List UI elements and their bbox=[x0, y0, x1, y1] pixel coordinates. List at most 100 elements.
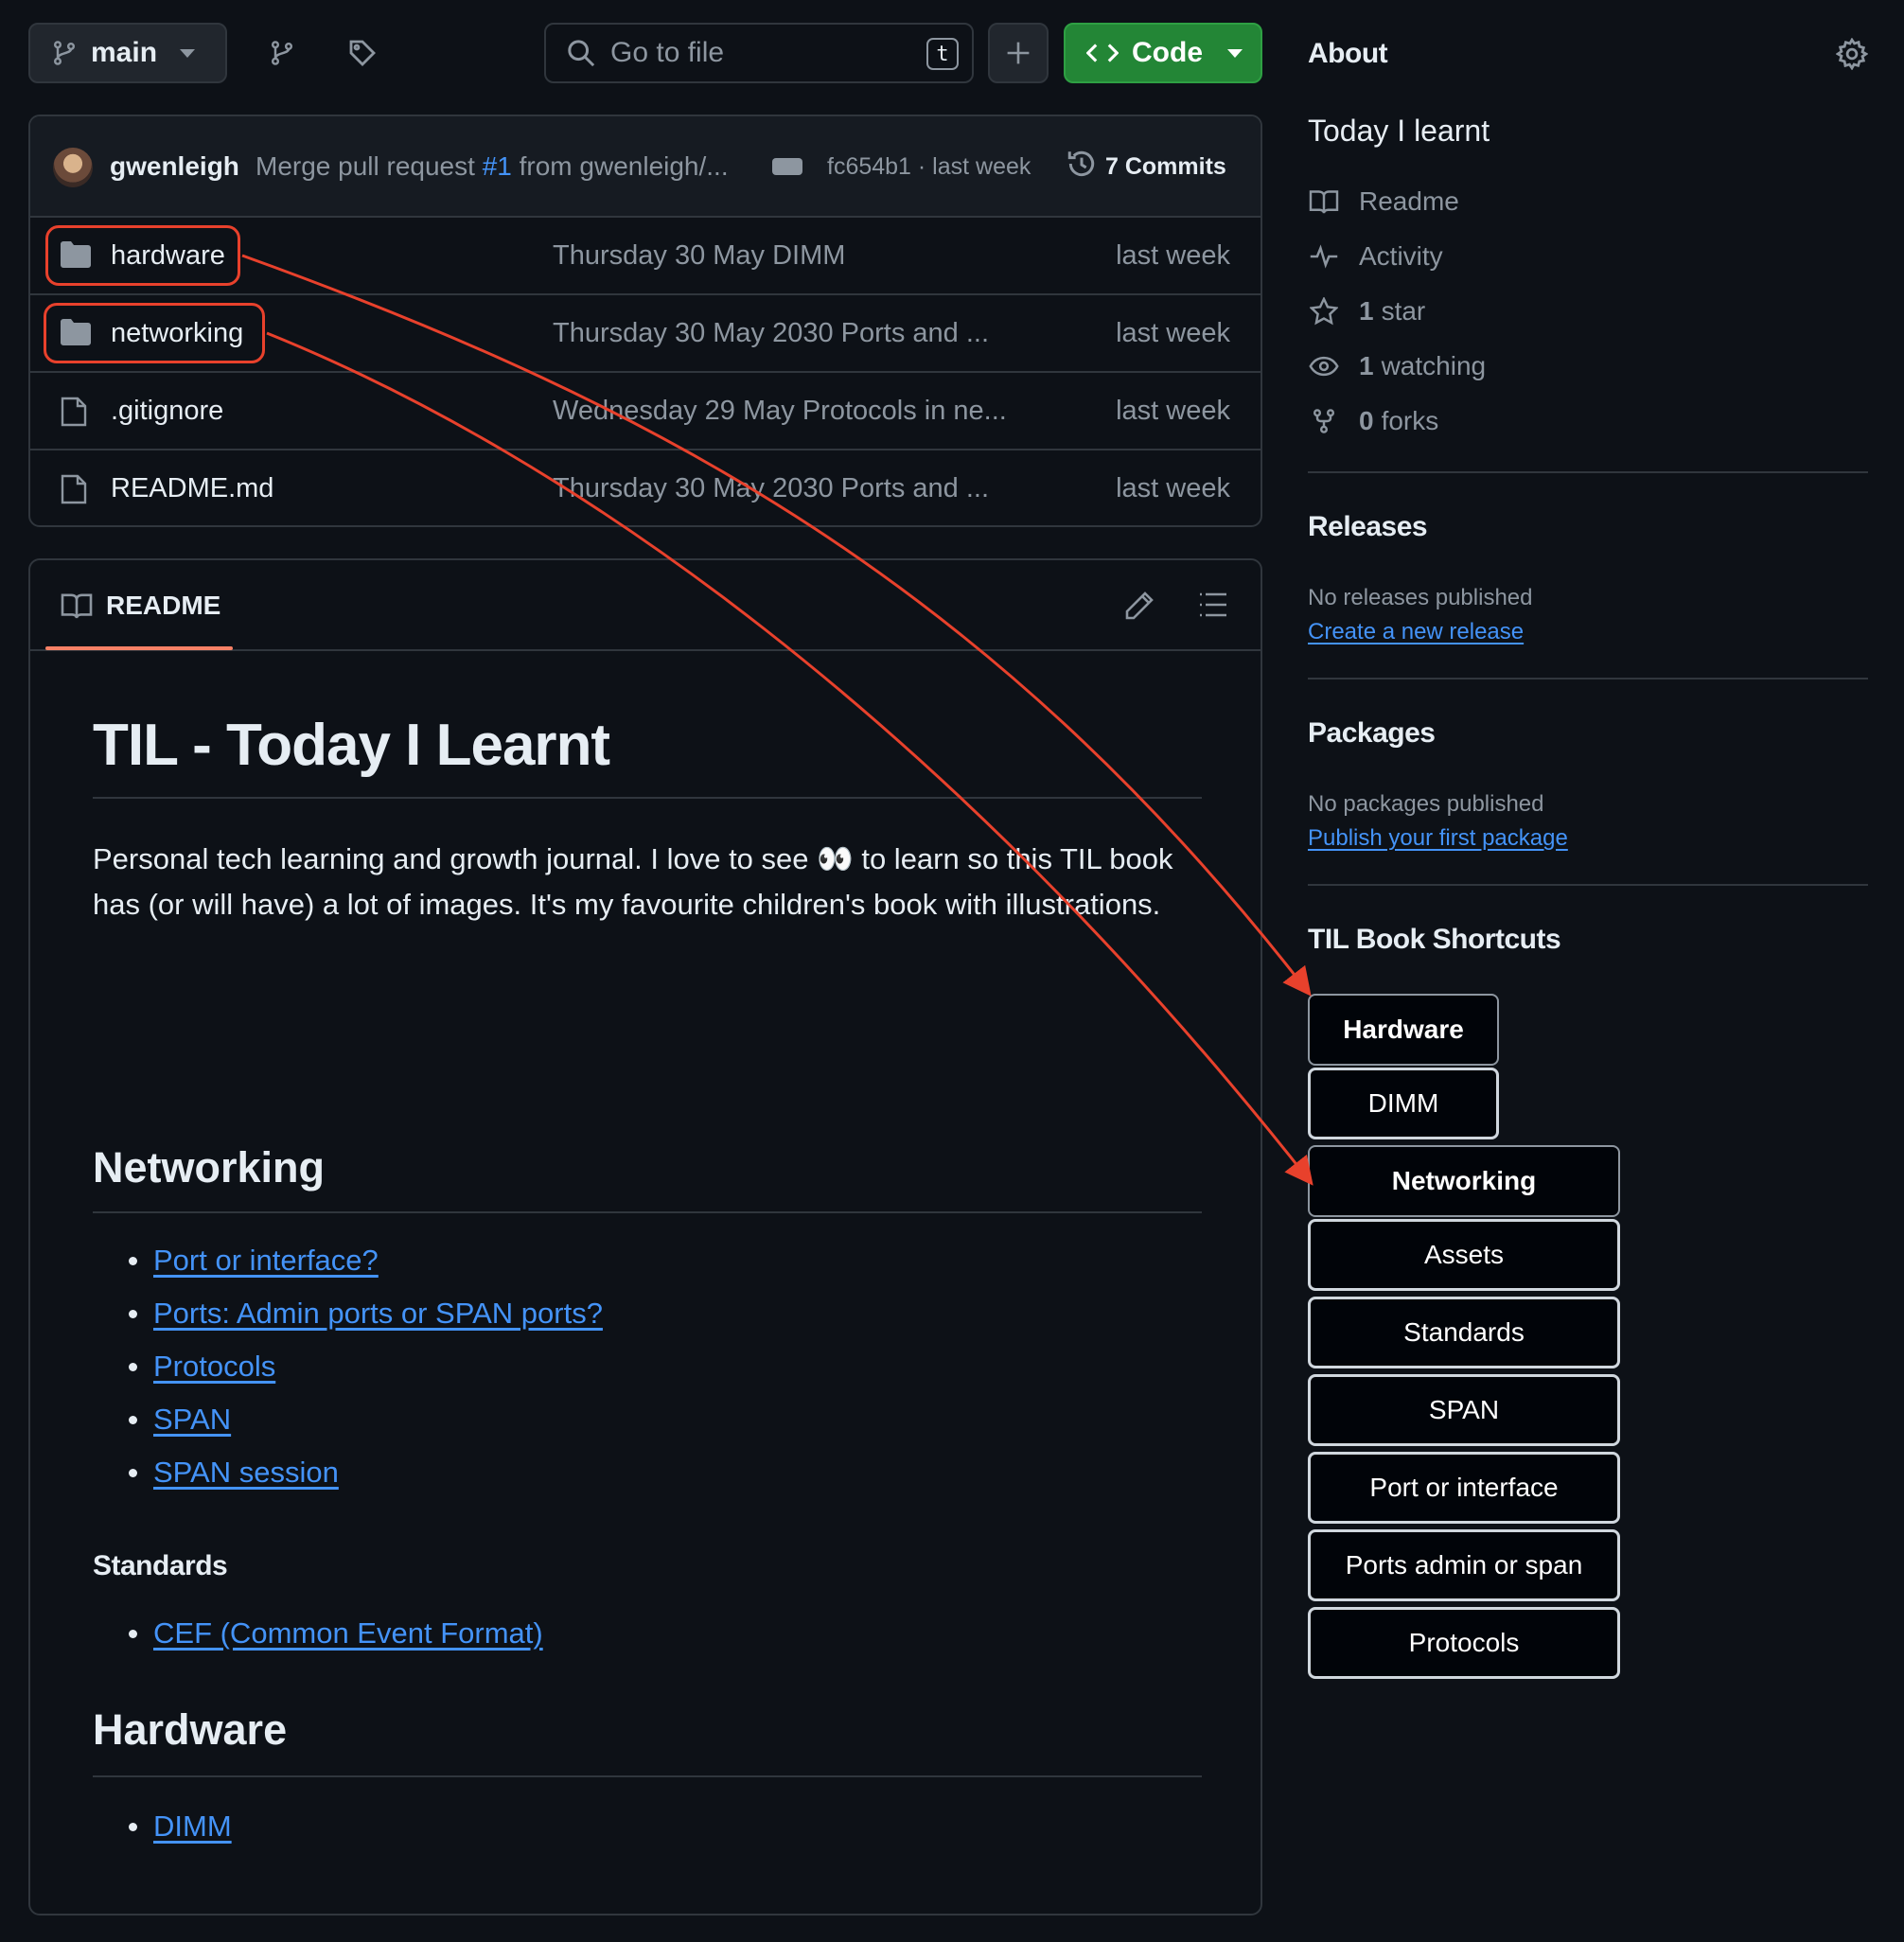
shortcut-assets-button[interactable]: Assets bbox=[1308, 1219, 1620, 1291]
link-protocols[interactable]: Protocols bbox=[153, 1350, 275, 1383]
tag-icon[interactable] bbox=[344, 34, 381, 72]
activity-link[interactable]: Activity bbox=[1308, 240, 1443, 273]
fork-icon bbox=[1308, 405, 1340, 437]
link-port-or-interface[interactable]: Port or interface? bbox=[153, 1244, 379, 1277]
tab-readme[interactable]: README bbox=[61, 591, 220, 621]
shortcut-standards-button[interactable]: Standards bbox=[1308, 1297, 1620, 1368]
file-row[interactable]: README.md Thursday 30 May 2030 Ports and… bbox=[30, 450, 1261, 525]
code-button[interactable]: Code bbox=[1064, 23, 1262, 83]
list-item: SPAN bbox=[93, 1399, 603, 1452]
avatar[interactable] bbox=[53, 148, 93, 187]
shortcut-dimm-button[interactable]: DIMM bbox=[1308, 1068, 1499, 1139]
commits-count[interactable]: 7 Commits bbox=[1105, 153, 1226, 181]
readme-link[interactable]: Readme bbox=[1308, 185, 1459, 218]
link-span[interactable]: SPAN bbox=[153, 1403, 231, 1436]
create-release-link[interactable]: Create a new release bbox=[1308, 619, 1524, 645]
file-date: last week bbox=[1116, 318, 1230, 348]
file-name[interactable]: README.md bbox=[111, 473, 273, 504]
hardware-list: DIMM bbox=[93, 1806, 232, 1859]
meta-count: 0 bbox=[1359, 406, 1374, 435]
readme-intro: Personal tech learning and growth journa… bbox=[93, 842, 1173, 921]
branches-icon[interactable] bbox=[263, 34, 301, 72]
eye-icon bbox=[1308, 350, 1340, 382]
shortcut-protocols-button[interactable]: Protocols bbox=[1308, 1607, 1620, 1679]
pencil-icon[interactable] bbox=[1124, 591, 1155, 621]
shortcut-span-button[interactable]: SPAN bbox=[1308, 1374, 1620, 1446]
commit-author[interactable]: gwenleigh bbox=[110, 151, 239, 182]
standards-heading: Standards bbox=[93, 1550, 228, 1581]
link-span-session[interactable]: SPAN session bbox=[153, 1456, 339, 1489]
ellipsis-icon[interactable] bbox=[772, 158, 802, 175]
packages-heading[interactable]: Packages bbox=[1308, 717, 1436, 750]
history-icon[interactable] bbox=[1066, 148, 1098, 180]
file-date: last week bbox=[1116, 473, 1230, 503]
book-icon bbox=[61, 593, 93, 619]
shortcut-networking-button[interactable]: Networking bbox=[1308, 1145, 1620, 1217]
file-icon bbox=[61, 474, 87, 504]
readme-title: TIL - Today I Learnt bbox=[93, 713, 610, 778]
active-tab-indicator bbox=[45, 646, 233, 650]
meta-count: 1 bbox=[1359, 351, 1374, 380]
list-item: CEF (Common Event Format) bbox=[93, 1613, 543, 1666]
meta-label: watching bbox=[1381, 351, 1487, 380]
hardware-heading: Hardware bbox=[93, 1705, 288, 1754]
forks-link[interactable]: 0 forks bbox=[1308, 405, 1438, 437]
networking-highlight-box bbox=[44, 303, 265, 363]
branch-select-button[interactable]: main bbox=[28, 23, 227, 83]
about-heading: About bbox=[1308, 38, 1388, 69]
commit-message[interactable]: Merge pull request #1 from gwenleigh/... bbox=[256, 151, 729, 182]
packages-empty-text: No packages published bbox=[1308, 791, 1544, 817]
shortcuts-heading: TIL Book Shortcuts bbox=[1308, 924, 1561, 955]
code-icon bbox=[1086, 44, 1119, 62]
list-item: Ports: Admin ports or SPAN ports? bbox=[93, 1293, 603, 1346]
releases-heading[interactable]: Releases bbox=[1308, 511, 1428, 543]
chevron-down-icon bbox=[1227, 48, 1243, 58]
file-name[interactable]: .gitignore bbox=[111, 396, 223, 427]
meta-label: forks bbox=[1381, 406, 1439, 435]
meta-label: Readme bbox=[1359, 186, 1459, 216]
publish-package-link[interactable]: Publish your first package bbox=[1308, 825, 1568, 852]
readme-header: README bbox=[30, 560, 1261, 651]
book-icon bbox=[1308, 185, 1340, 218]
file-commit-message[interactable]: Wednesday 29 May Protocols in ne... bbox=[553, 396, 1007, 427]
releases-empty-text: No releases published bbox=[1308, 585, 1533, 610]
list-item: Protocols bbox=[93, 1346, 603, 1399]
hardware-highlight-box bbox=[45, 225, 240, 286]
chevron-down-icon bbox=[180, 48, 196, 58]
repo-page: main Go to file t Code gwenleigh Merge p… bbox=[0, 0, 1904, 1942]
networking-heading: Networking bbox=[93, 1143, 326, 1192]
divider bbox=[1308, 678, 1868, 680]
gear-icon[interactable] bbox=[1836, 38, 1868, 70]
file-date: last week bbox=[1116, 240, 1230, 271]
star-icon bbox=[1308, 295, 1340, 327]
link-dimm[interactable]: DIMM bbox=[153, 1810, 232, 1843]
shortcut-port-or-interface-button[interactable]: Port or interface bbox=[1308, 1452, 1620, 1524]
commit-sha-time[interactable]: fc654b1 · last week bbox=[827, 153, 1031, 181]
divider bbox=[1308, 884, 1868, 886]
code-button-label: Code bbox=[1132, 37, 1203, 68]
repo-toolbar: main Go to file t Code bbox=[28, 23, 1262, 83]
file-date: last week bbox=[1116, 396, 1230, 426]
networking-list: Port or interface? Ports: Admin ports or… bbox=[93, 1240, 603, 1505]
repo-description: Today I learnt bbox=[1308, 114, 1490, 148]
file-row[interactable]: .gitignore Wednesday 29 May Protocols in… bbox=[30, 373, 1261, 450]
standards-list: CEF (Common Event Format) bbox=[93, 1613, 543, 1666]
readme-tab-label: README bbox=[106, 591, 221, 620]
add-file-button[interactable] bbox=[988, 23, 1049, 83]
meta-label: Activity bbox=[1359, 241, 1443, 271]
link-cef[interactable]: CEF (Common Event Format) bbox=[153, 1616, 543, 1650]
file-commit-message[interactable]: Thursday 30 May 2030 Ports and ... bbox=[553, 318, 989, 349]
list-item: Port or interface? bbox=[93, 1240, 603, 1293]
shortcut-ports-admin-span-button[interactable]: Ports admin or span bbox=[1308, 1529, 1620, 1601]
go-to-file-input[interactable]: Go to file t bbox=[544, 23, 974, 83]
list-icon[interactable] bbox=[1198, 591, 1228, 619]
shortcut-hardware-button[interactable]: Hardware bbox=[1308, 994, 1499, 1066]
stars-link[interactable]: 1 star bbox=[1308, 295, 1425, 327]
file-commit-message[interactable]: Thursday 30 May 2030 Ports and ... bbox=[553, 473, 989, 504]
meta-count: 1 bbox=[1359, 296, 1374, 326]
pulse-icon bbox=[1308, 240, 1340, 273]
search-icon bbox=[568, 40, 595, 67]
link-ports-admin-span[interactable]: Ports: Admin ports or SPAN ports? bbox=[153, 1297, 603, 1330]
file-commit-message[interactable]: Thursday 30 May DIMM bbox=[553, 240, 845, 272]
watchers-link[interactable]: 1 watching bbox=[1308, 350, 1486, 382]
